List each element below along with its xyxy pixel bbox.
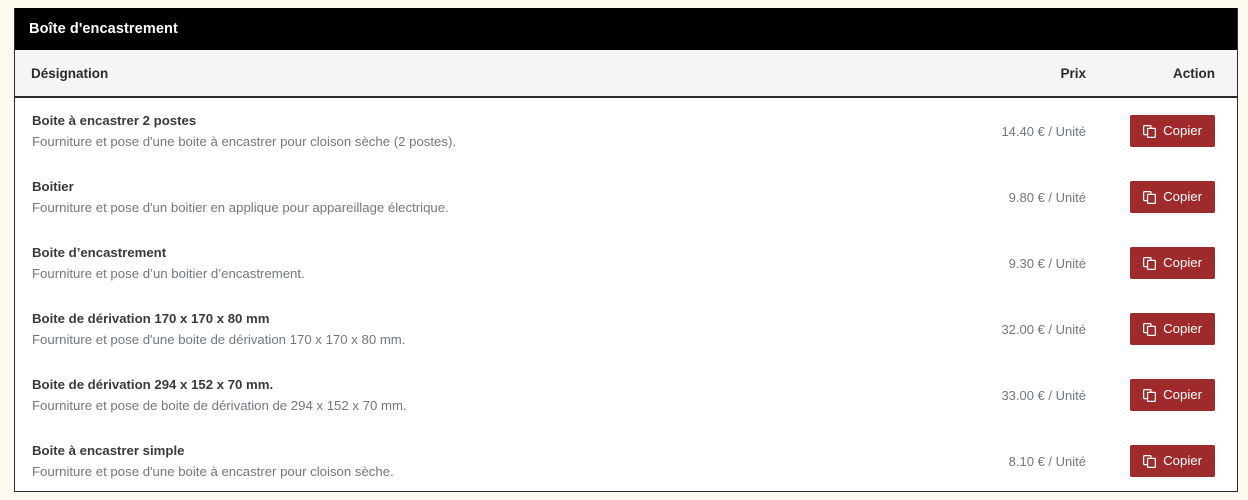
item-price: 14.40 € / Unité bbox=[887, 97, 1102, 164]
copy-button-label: Copier bbox=[1163, 454, 1202, 467]
copy-button-label: Copier bbox=[1163, 256, 1202, 269]
table-row: Boitier Fourniture et pose d'un boitier … bbox=[15, 164, 1237, 230]
copy-button-label: Copier bbox=[1163, 124, 1202, 137]
item-description: Fourniture et pose de boite de dérivatio… bbox=[32, 397, 871, 415]
cell-designation: Boite à encastrer simple Fourniture et p… bbox=[15, 428, 887, 492]
copy-button[interactable]: Copier bbox=[1130, 247, 1215, 279]
cell-action: Copier bbox=[1102, 230, 1237, 296]
table-header-row: Désignation Prix Action bbox=[15, 50, 1237, 97]
copy-icon bbox=[1143, 389, 1156, 402]
item-title: Boite d’encastrement bbox=[32, 244, 871, 262]
page-background: Boîte d'encastrement Désignation Prix Ac… bbox=[0, 0, 1248, 500]
copy-button[interactable]: Copier bbox=[1130, 379, 1215, 411]
column-header-designation[interactable]: Désignation bbox=[15, 50, 887, 97]
cell-action: Copier bbox=[1102, 362, 1237, 428]
copy-button[interactable]: Copier bbox=[1130, 181, 1215, 213]
table-header: Désignation Prix Action bbox=[15, 50, 1237, 97]
copy-button-label: Copier bbox=[1163, 388, 1202, 401]
item-title: Boite à encastrer simple bbox=[32, 442, 871, 460]
copy-button[interactable]: Copier bbox=[1130, 313, 1215, 345]
item-description: Fourniture et pose d'une boite à encastr… bbox=[32, 133, 871, 151]
item-price: 33.00 € / Unité bbox=[887, 362, 1102, 428]
cell-designation: Boite de dérivation 294 x 152 x 70 mm. F… bbox=[15, 362, 887, 428]
copy-icon bbox=[1143, 125, 1156, 138]
column-header-action: Action bbox=[1102, 50, 1237, 97]
cell-designation: Boite de dérivation 170 x 170 x 80 mm Fo… bbox=[15, 296, 887, 362]
copy-button-label: Copier bbox=[1163, 322, 1202, 335]
item-price: 32.00 € / Unité bbox=[887, 296, 1102, 362]
cell-designation: Boite d’encastrement Fourniture et pose … bbox=[15, 230, 887, 296]
copy-icon bbox=[1143, 191, 1156, 204]
copy-button[interactable]: Copier bbox=[1130, 115, 1215, 147]
item-price: 9.30 € / Unité bbox=[887, 230, 1102, 296]
table-row: Boite à encastrer simple Fourniture et p… bbox=[15, 428, 1237, 492]
copy-icon bbox=[1143, 455, 1156, 468]
table-row: Boite de dérivation 170 x 170 x 80 mm Fo… bbox=[15, 296, 1237, 362]
item-description: Fourniture et pose d’un boitier d’encast… bbox=[32, 265, 871, 283]
table-row: Boite à encastrer 2 postes Fourniture et… bbox=[15, 97, 1237, 164]
cell-action: Copier bbox=[1102, 428, 1237, 492]
cell-action: Copier bbox=[1102, 97, 1237, 164]
copy-icon bbox=[1143, 323, 1156, 336]
item-title: Boite de dérivation 170 x 170 x 80 mm bbox=[32, 310, 871, 328]
cell-designation: Boitier Fourniture et pose d'un boitier … bbox=[15, 164, 887, 230]
table-body: Boite à encastrer 2 postes Fourniture et… bbox=[15, 97, 1237, 492]
panel-titlebar: Boîte d'encastrement bbox=[15, 8, 1237, 50]
copy-icon bbox=[1143, 257, 1156, 270]
item-title: Boite à encastrer 2 postes bbox=[32, 112, 871, 130]
table-row: Boite d’encastrement Fourniture et pose … bbox=[15, 230, 1237, 296]
price-list-panel: Boîte d'encastrement Désignation Prix Ac… bbox=[14, 8, 1238, 492]
cell-action: Copier bbox=[1102, 164, 1237, 230]
item-description: Fourniture et pose d'un boitier en appli… bbox=[32, 199, 871, 217]
copy-button-label: Copier bbox=[1163, 190, 1202, 203]
cell-action: Copier bbox=[1102, 296, 1237, 362]
item-price: 9.80 € / Unité bbox=[887, 164, 1102, 230]
table-row: Boite de dérivation 294 x 152 x 70 mm. F… bbox=[15, 362, 1237, 428]
copy-button[interactable]: Copier bbox=[1130, 445, 1215, 477]
item-description: Fourniture et pose d'une boite de dériva… bbox=[32, 331, 871, 349]
panel-title: Boîte d'encastrement bbox=[29, 21, 178, 37]
item-title: Boitier bbox=[32, 178, 871, 196]
column-header-prix[interactable]: Prix bbox=[887, 50, 1102, 97]
item-description: Fourniture et pose d'une boite à encastr… bbox=[32, 463, 871, 481]
cell-designation: Boite à encastrer 2 postes Fourniture et… bbox=[15, 97, 887, 164]
item-price: 8.10 € / Unité bbox=[887, 428, 1102, 492]
price-list-table: Désignation Prix Action Boite à encastre… bbox=[15, 50, 1237, 492]
item-title: Boite de dérivation 294 x 152 x 70 mm. bbox=[32, 376, 871, 394]
